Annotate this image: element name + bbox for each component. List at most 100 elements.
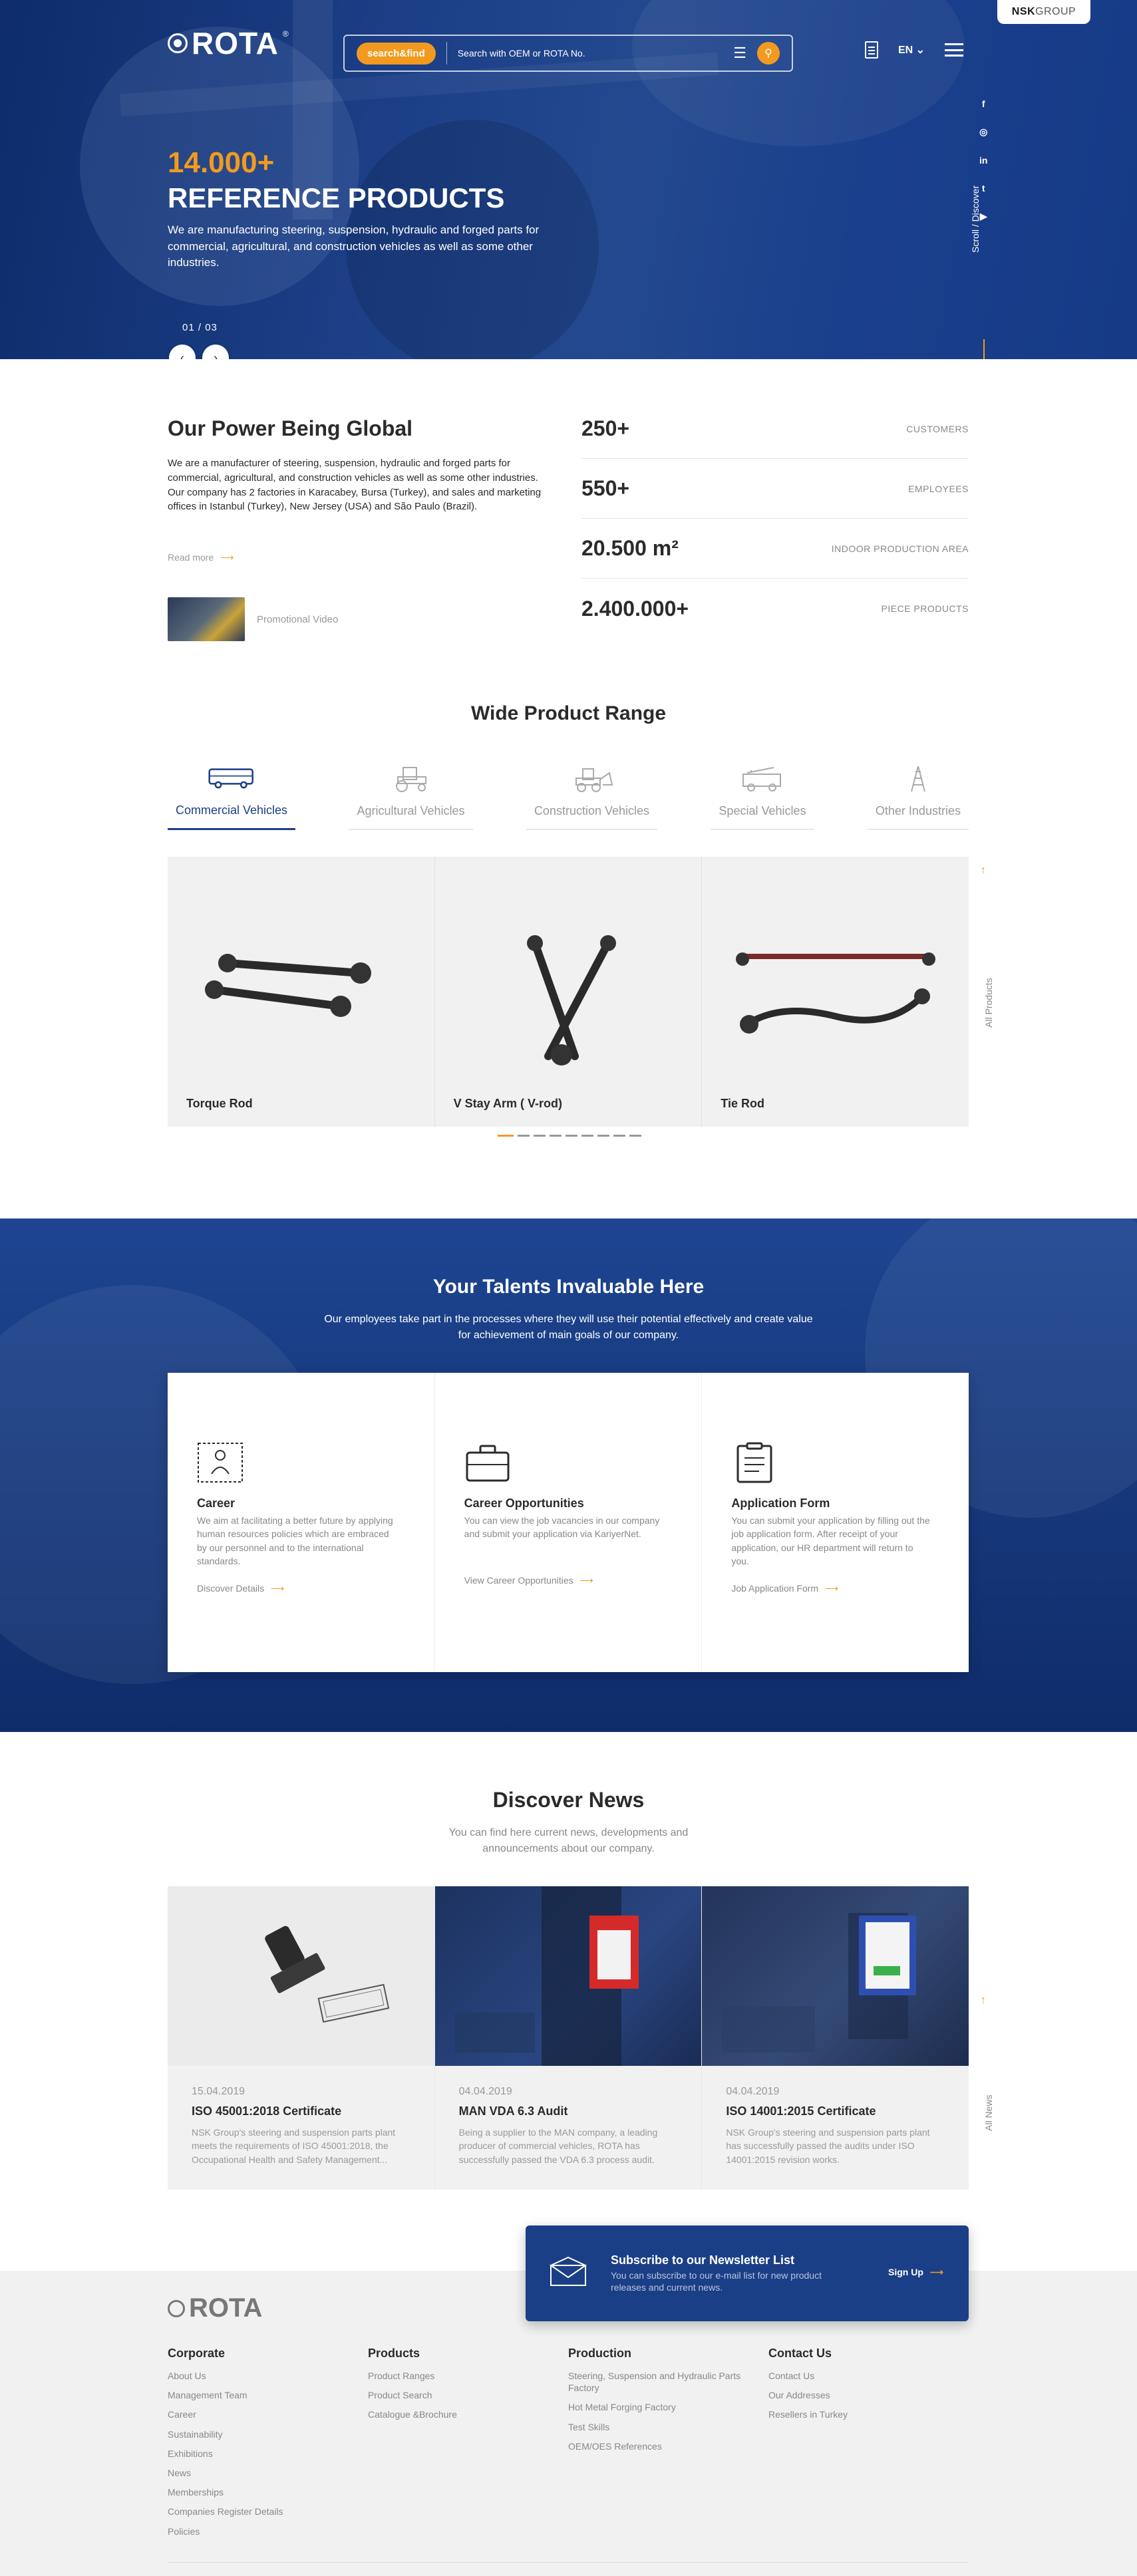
footer-link[interactable]: News [168, 2467, 354, 2479]
product-card[interactable]: V Stay Arm ( V-rod) [435, 857, 703, 1127]
search-input[interactable] [457, 48, 734, 59]
hero-number: 14.000+ [168, 146, 275, 179]
scroll-indicator-line [983, 339, 985, 359]
language-selector[interactable]: EN ⌄ [898, 43, 925, 57]
tab-other-industries[interactable]: Other Industries [867, 758, 969, 830]
chevron-right-icon[interactable]: › [202, 345, 229, 359]
newsletter-box: Subscribe to our Newsletter List You can… [526, 2225, 969, 2321]
slider-dot[interactable] [534, 1135, 546, 1137]
news-title: Discover News [492, 1788, 645, 1812]
tab-agricultural-vehicles[interactable]: Agricultural Vehicles [349, 758, 473, 830]
site-footer: Subscribe to our Newsletter List You can… [0, 2225, 1137, 2576]
hero-description: We are manufacturing steering, suspensio… [168, 223, 540, 269]
footer-link[interactable]: Our Addresses [768, 2389, 955, 2401]
all-products-link[interactable]: All Products [983, 978, 994, 1028]
promotional-video-link[interactable]: Promotional Video [168, 597, 338, 641]
footer-link[interactable]: Career [168, 2408, 354, 2420]
chevron-left-icon[interactable]: ‹ [169, 345, 196, 359]
tower-icon [895, 764, 941, 793]
tab-construction-vehicles[interactable]: Construction Vehicles [526, 758, 658, 830]
footer-link[interactable]: Exhibitions [168, 2448, 354, 2460]
logo-text: ROTA [192, 26, 279, 61]
catalogue-icon[interactable] [865, 41, 878, 59]
slider-dot[interactable] [566, 1135, 577, 1137]
footer-link[interactable]: Sustainability [168, 2428, 354, 2440]
footer-link[interactable]: Test Skills [568, 2421, 754, 2433]
linkedin-icon[interactable]: in [979, 155, 987, 166]
news-date: 15.04.2019 [192, 2086, 245, 2097]
youtube-icon[interactable]: ▶ [980, 211, 987, 222]
footer-link[interactable]: Companies Register Details [168, 2505, 354, 2517]
tab-label: Other Industries [875, 804, 961, 817]
search-icon[interactable]: ⚲ [757, 42, 780, 65]
site-logo[interactable]: ROTA ® [168, 25, 289, 61]
language-code: EN [898, 45, 913, 56]
view-career-opportunities-link[interactable]: View Career Opportunities ⟶ [464, 1575, 593, 1586]
read-more-link[interactable]: Read more ⟶ [168, 552, 234, 563]
logo-mark-icon [168, 33, 188, 53]
talent-card: Career We aim at facilitating a better f… [168, 1373, 435, 1672]
discover-details-link[interactable]: Discover Details ⟶ [197, 1583, 284, 1594]
slider-arrows: ‹ › [169, 345, 229, 359]
news-image [434, 1886, 702, 2066]
filter-icon[interactable]: ☰ [733, 45, 746, 62]
slider-dot[interactable] [597, 1135, 609, 1137]
slide-separator: / [198, 322, 202, 333]
slider-dot[interactable] [629, 1135, 641, 1137]
news-card-title: ISO 45001:2018 Certificate [192, 2104, 342, 2118]
slider-dot[interactable] [498, 1135, 514, 1137]
footer-link[interactable]: Memberships [168, 2486, 354, 2498]
talents-subtitle: Our employees take part in the processes… [324, 1314, 813, 1341]
product-card[interactable]: Torque Rod [168, 857, 435, 1127]
footer-link[interactable]: Hot Metal Forging Factory [568, 2401, 754, 2413]
product-card[interactable]: Tie Rod [702, 857, 969, 1127]
stat-label: PIECE PRODUCTS [881, 603, 969, 614]
footer-link[interactable]: About Us [168, 2370, 354, 2382]
twitter-icon[interactable]: t [982, 183, 985, 194]
news-card[interactable]: 15.04.2019 ISO 45001:2018 Certificate NS… [168, 1886, 435, 2190]
product-cards: Torque Rod V Stay Arm ( V-rod) Tie Rod [168, 857, 969, 1127]
sign-up-button[interactable]: Sign Up ⟶ [888, 2267, 943, 2278]
slider-dot[interactable] [613, 1135, 625, 1137]
talent-card-title: Career Opportunities [464, 1497, 584, 1510]
job-application-form-link[interactable]: Job Application Form ⟶ [731, 1583, 838, 1594]
footer-link[interactable]: Steering, Suspension and Hydraulic Parts… [568, 2370, 754, 2394]
facebook-icon[interactable]: f [982, 98, 985, 109]
slider-dot[interactable] [550, 1135, 562, 1137]
news-card[interactable]: 04.04.2019 MAN VDA 6.3 Audit Being a sup… [434, 1886, 703, 2190]
tie-rod-image [735, 952, 935, 1034]
footer-link[interactable]: Product Ranges [368, 2370, 554, 2382]
footer-link[interactable]: Management Team [168, 2389, 354, 2401]
stat-label: EMPLOYEES [908, 483, 969, 494]
tab-label: Special Vehicles [719, 804, 806, 817]
footer-link[interactable]: Policies [168, 2525, 354, 2537]
products-section: Wide Product Range Commercial Vehicles A… [0, 665, 1137, 1218]
footer-link[interactable]: Resellers in Turkey [768, 2408, 955, 2420]
sign-up-label: Sign Up [888, 2267, 923, 2277]
footer-link[interactable]: Contact Us [768, 2370, 955, 2382]
search-find-badge[interactable]: search&find [357, 42, 436, 65]
footer-logo[interactable]: ROTA [168, 2293, 262, 2323]
all-news-link[interactable]: All News [983, 2095, 994, 2131]
footer-divider [168, 2562, 969, 2563]
tab-special-vehicles[interactable]: Special Vehicles [711, 758, 814, 830]
arrow-right-icon: ⟶ [220, 552, 234, 563]
arrow-right-icon: ⟶ [271, 1583, 285, 1594]
footer-link[interactable]: Product Search [368, 2389, 554, 2401]
news-card[interactable]: 04.04.2019 ISO 14001:2015 Certificate NS… [702, 1886, 969, 2190]
instagram-icon[interactable]: ◎ [979, 126, 987, 138]
hero-title: REFERENCE PRODUCTS [168, 182, 505, 214]
slider-dot[interactable] [581, 1135, 593, 1137]
stat-item: 20.500 m² INDOOR PRODUCTION AREA [581, 519, 969, 579]
hero-content: 14.000+ REFERENCE PRODUCTS We are manufa… [168, 146, 567, 271]
footer-link[interactable]: OEM/OES References [568, 2440, 754, 2452]
product-name: V Stay Arm ( V-rod) [453, 1097, 563, 1110]
logo-mark-icon [168, 2299, 185, 2317]
nsk-group-badge[interactable]: NSK GROUP [997, 0, 1090, 24]
slider-dot[interactable] [518, 1135, 530, 1137]
news-card-title: MAN VDA 6.3 Audit [458, 2104, 568, 2118]
footer-link[interactable]: Catalogue &Brochure [368, 2408, 554, 2420]
scroll-discover-label[interactable]: Scroll / Discover [970, 186, 981, 253]
menu-icon[interactable] [945, 43, 964, 57]
tab-commercial-vehicles[interactable]: Commercial Vehicles [168, 758, 296, 830]
